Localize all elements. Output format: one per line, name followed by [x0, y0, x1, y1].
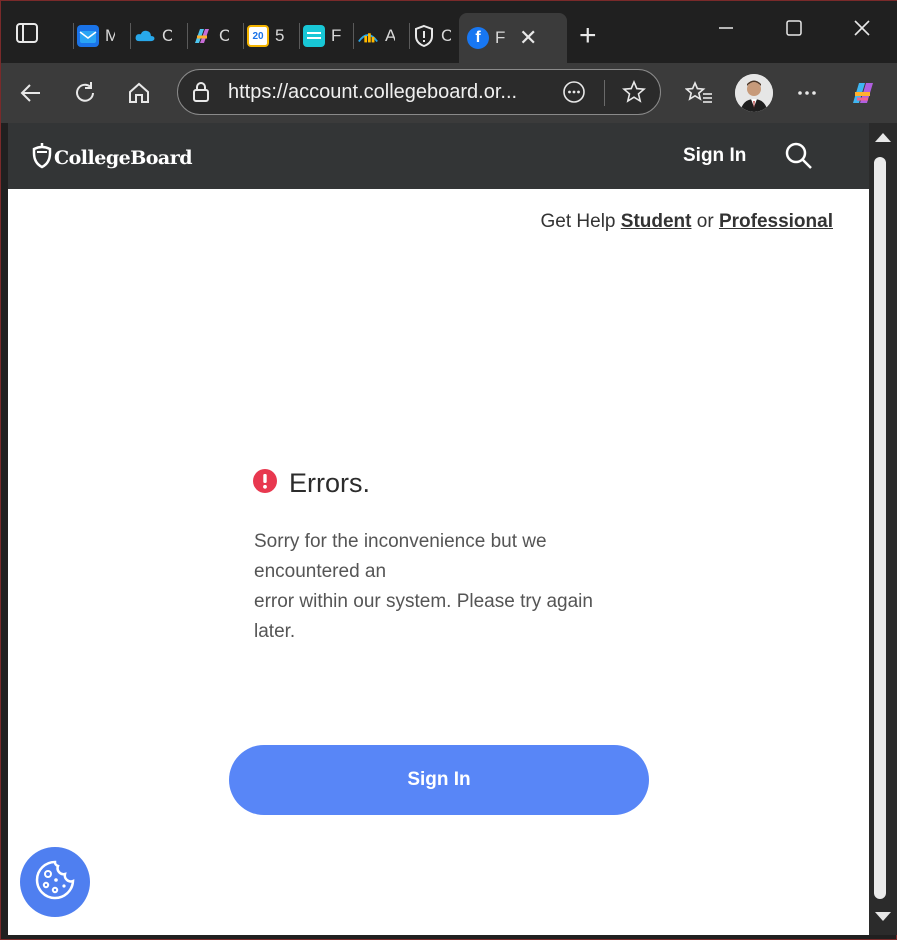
more-options-circle-icon[interactable]: [562, 80, 586, 109]
address-bar[interactable]: https://account.collegeboard.or...: [177, 69, 661, 115]
tab-facebook-active[interactable]: f F ✕: [459, 13, 567, 63]
settings-more-icon[interactable]: [791, 77, 823, 109]
tab-analytics[interactable]: A: [353, 15, 395, 57]
home-icon[interactable]: [123, 77, 155, 109]
scrollbar-thumb[interactable]: [874, 157, 886, 899]
minimize-icon[interactable]: [717, 17, 735, 43]
tab-title: C: [219, 26, 229, 45]
collegeboard-logo[interactable]: CollegeBoard: [30, 141, 193, 174]
acorn-icon: [30, 141, 54, 174]
error-title: Errors.: [289, 468, 370, 498]
outlook-icon: [77, 25, 99, 47]
error-message-line: encountered an: [254, 561, 387, 582]
tab-title: F: [495, 28, 505, 47]
logo-text: CollegeBoard: [54, 146, 193, 169]
get-help: Get Help Student or Professional: [541, 211, 834, 233]
tab-outlook[interactable]: M: [73, 15, 115, 57]
error-message: Sorry for the inconvenience but we encou…: [254, 527, 654, 647]
tab-title: A: [385, 26, 395, 45]
sign-in-button[interactable]: Sign In: [229, 745, 649, 815]
tab-title: C: [441, 26, 451, 45]
error-message-line: error within our system. Please try agai…: [254, 591, 593, 612]
get-help-label: Get Help: [540, 211, 616, 232]
browser-toolbar: https://account.collegeboard.or...: [1, 63, 897, 123]
facebook-icon: f: [467, 27, 489, 49]
error-message-line: Sorry for the inconvenience but we: [254, 531, 547, 552]
calendar-icon: 20: [247, 25, 269, 47]
tab-title: F: [331, 26, 341, 45]
tab-copilot[interactable]: C: [187, 15, 229, 57]
lock-icon[interactable]: [190, 81, 212, 108]
header-sign-in-link[interactable]: Sign In: [683, 145, 746, 167]
maximize-icon[interactable]: [785, 17, 803, 43]
tab-strip: M C C 20 5 F A C f F ✕ +: [1, 1, 897, 63]
onedrive-icon: [134, 25, 156, 47]
tab-title: 5: [275, 26, 285, 45]
tab-calendar[interactable]: 20 5: [243, 15, 285, 57]
favorites-icon[interactable]: [683, 77, 715, 109]
copilot-sidebar-icon[interactable]: [847, 77, 879, 109]
forms-icon: [303, 25, 325, 47]
tab-title: M: [105, 26, 115, 45]
cookie-icon: [34, 859, 76, 906]
tab-actions-icon[interactable]: [15, 21, 45, 51]
refresh-icon[interactable]: [69, 77, 101, 109]
close-window-icon[interactable]: [853, 17, 871, 43]
tab-title: C: [162, 26, 172, 45]
error-alert-icon: [253, 469, 277, 498]
shield-icon: [413, 24, 435, 48]
tab-onedrive[interactable]: C: [130, 15, 172, 57]
help-or-text: or: [696, 211, 714, 232]
profile-avatar[interactable]: [735, 74, 773, 112]
favorite-star-icon[interactable]: [622, 79, 646, 109]
back-icon[interactable]: [15, 77, 47, 109]
search-icon[interactable]: [784, 141, 814, 176]
url-text: https://account.collegeboard.or...: [228, 81, 518, 103]
error-message-line: later.: [254, 621, 296, 642]
scroll-up-arrow-icon[interactable]: [875, 133, 891, 142]
tab-defender[interactable]: C: [409, 15, 451, 57]
scroll-down-arrow-icon[interactable]: [875, 912, 891, 921]
browser-window: M C C 20 5 F A C f F ✕ + https://account…: [0, 0, 897, 940]
copilot-icon: [191, 25, 213, 47]
site-header: CollegeBoard Sign In: [8, 123, 869, 189]
web-page: CollegeBoard Sign In Get Help Student or…: [8, 123, 869, 935]
professional-help-link[interactable]: Professional: [719, 211, 833, 232]
tab-forms[interactable]: F: [299, 15, 341, 57]
student-help-link[interactable]: Student: [621, 211, 692, 232]
close-tab-icon[interactable]: ✕: [519, 25, 537, 51]
analytics-icon: [357, 25, 379, 47]
error-heading: Errors.: [253, 468, 370, 499]
vertical-scrollbar[interactable]: [869, 123, 897, 935]
cookie-settings-button[interactable]: [20, 847, 90, 917]
new-tab-icon[interactable]: +: [579, 19, 597, 53]
